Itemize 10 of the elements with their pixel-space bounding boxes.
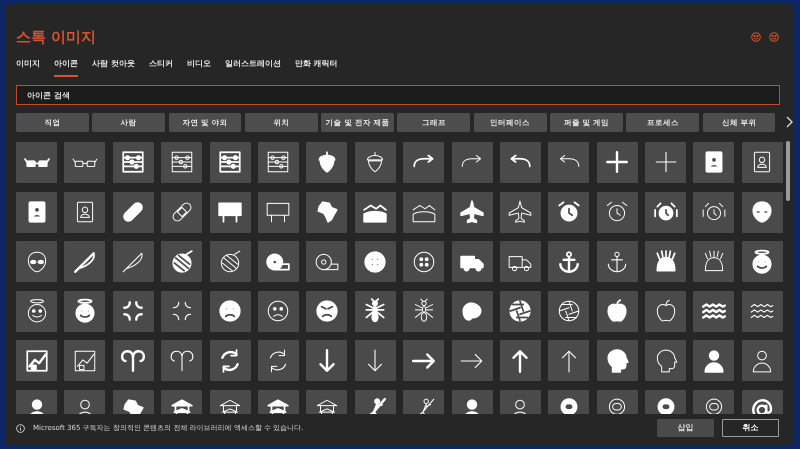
tab[interactable]: 비디오 [186, 57, 211, 78]
search-field[interactable]: 아이콘 검색 [16, 85, 780, 105]
cancel-button[interactable]: 취소 [722, 419, 779, 438]
dialog-title: 스톡 이미지 [16, 30, 96, 45]
tab[interactable]: 일러스트레이션 [224, 57, 281, 78]
tab[interactable]: 사람 컷아웃 [92, 57, 135, 78]
tab[interactable]: 이미지 [16, 57, 40, 78]
tab[interactable]: 아이콘 [54, 57, 78, 78]
tab[interactable]: 만화 캐릭터 [294, 57, 338, 78]
tab[interactable]: 스티커 [148, 57, 173, 78]
